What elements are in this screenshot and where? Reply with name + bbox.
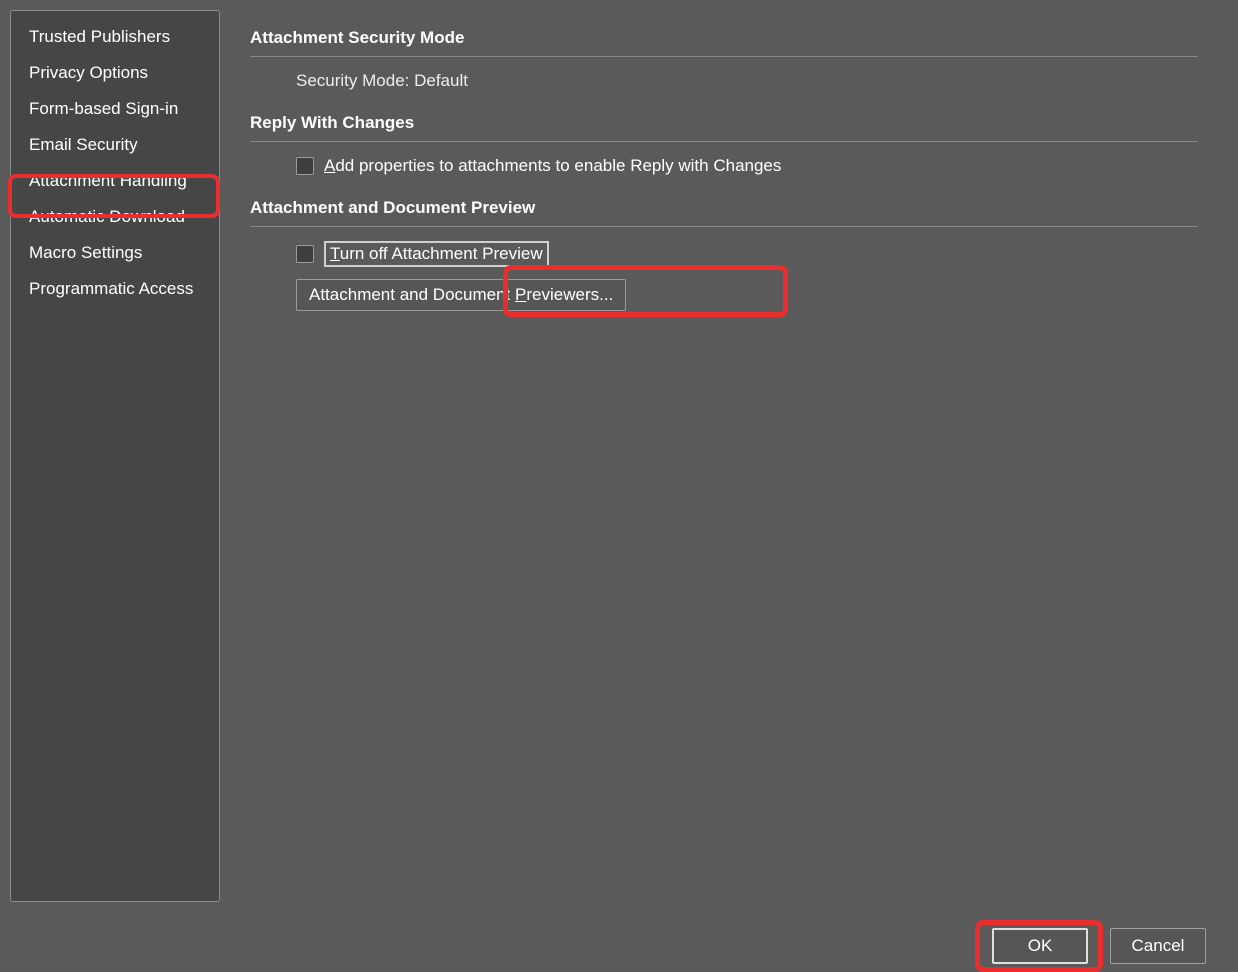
sidebar-item-macro-settings[interactable]: Macro Settings bbox=[11, 235, 219, 271]
checkbox-label-reply-changes: Add properties to attachments to enable … bbox=[324, 156, 781, 176]
section-header-reply-changes: Reply With Changes bbox=[250, 113, 1198, 133]
checkbox-row-turn-off-preview[interactable]: Turn off Attachment Preview bbox=[296, 241, 1198, 267]
sidebar-item-attachment-handling[interactable]: Attachment Handling bbox=[11, 163, 219, 199]
checkbox-icon[interactable] bbox=[296, 157, 314, 175]
sidebar-item-email-security[interactable]: Email Security bbox=[11, 127, 219, 163]
sidebar-item-form-signin[interactable]: Form-based Sign-in bbox=[11, 91, 219, 127]
checkbox-label-turn-off-preview: Turn off Attachment Preview bbox=[324, 241, 549, 267]
cancel-button[interactable]: Cancel bbox=[1110, 928, 1206, 964]
main-panel: Attachment Security Mode Security Mode: … bbox=[220, 10, 1228, 902]
checkbox-icon[interactable] bbox=[296, 245, 314, 263]
divider bbox=[250, 56, 1198, 57]
ok-button[interactable]: OK bbox=[992, 928, 1088, 964]
divider bbox=[250, 141, 1198, 142]
divider bbox=[250, 226, 1198, 227]
previewers-button[interactable]: Attachment and Document Previewers... bbox=[296, 279, 626, 311]
sidebar-item-trusted-publishers[interactable]: Trusted Publishers bbox=[11, 19, 219, 55]
dialog-footer: OK Cancel bbox=[992, 928, 1206, 964]
section-header-preview: Attachment and Document Preview bbox=[250, 198, 1198, 218]
sidebar-item-programmatic-access[interactable]: Programmatic Access bbox=[11, 271, 219, 307]
sidebar-nav: Trusted Publishers Privacy Options Form-… bbox=[10, 10, 220, 902]
section-header-security-mode: Attachment Security Mode bbox=[250, 28, 1198, 48]
sidebar-item-automatic-download[interactable]: Automatic Download bbox=[11, 199, 219, 235]
checkbox-row-reply-changes[interactable]: Add properties to attachments to enable … bbox=[296, 156, 1198, 176]
security-mode-status: Security Mode: Default bbox=[296, 71, 1198, 91]
sidebar-item-privacy-options[interactable]: Privacy Options bbox=[11, 55, 219, 91]
